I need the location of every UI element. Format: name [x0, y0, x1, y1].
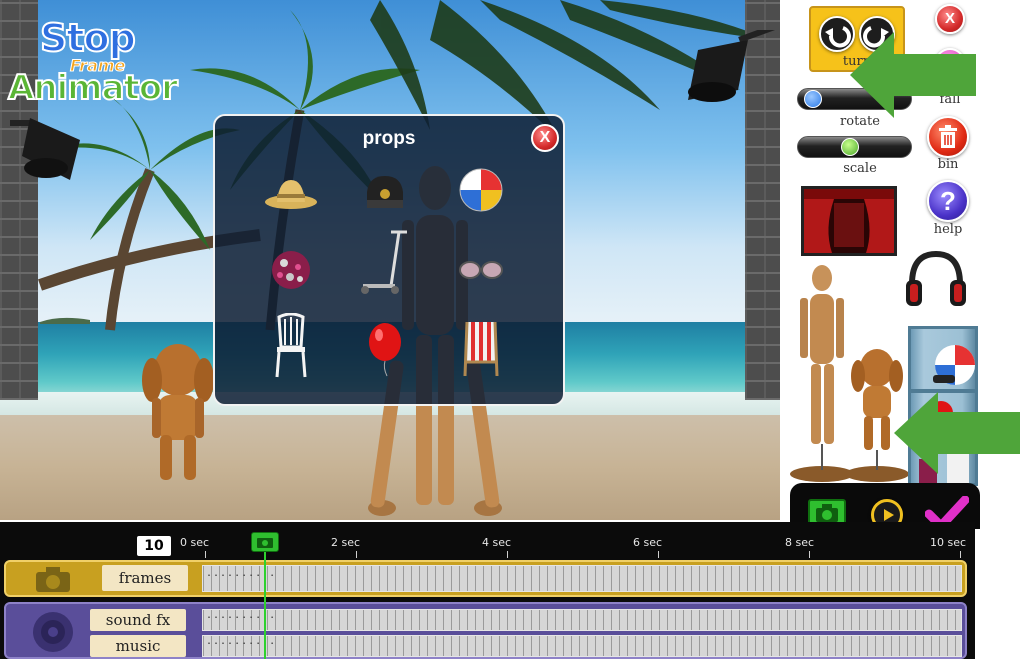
pom-pom-icon: [272, 251, 310, 289]
close-button-label: X: [944, 10, 955, 27]
tick-mark: [658, 551, 659, 558]
bin-button[interactable]: [927, 116, 969, 158]
frames-track-label: frames: [102, 565, 188, 591]
studio-lamp-left-icon: [10, 118, 80, 180]
tick-mark: [507, 551, 508, 558]
stop-frame-animator-app: Stop Frame Animator props X turn X fall …: [0, 0, 1022, 659]
tick-label: 10 sec: [930, 536, 967, 549]
camera-icon: [257, 538, 273, 548]
logo-animator: Animator: [7, 67, 179, 109]
sunglasses-icon: [459, 261, 503, 279]
music-track-cells[interactable]: [202, 635, 962, 657]
prop-scooter[interactable]: [355, 230, 415, 294]
help-icon: ?: [940, 186, 956, 216]
audio-track: sound fx music .......... ..........: [4, 602, 967, 659]
helmet-icon: [367, 176, 403, 208]
tick-label: 8 sec: [785, 536, 815, 549]
scale-slider[interactable]: [797, 136, 912, 158]
soundfx-track-cells[interactable]: [202, 609, 962, 631]
help-label: help: [933, 222, 963, 237]
prop-chair[interactable]: [261, 313, 321, 378]
tick-mark: [205, 551, 206, 558]
tick-mark: [356, 551, 357, 558]
frames-track: frames ..........: [4, 560, 967, 597]
animation-stage[interactable]: Stop Frame Animator props X: [0, 0, 780, 520]
tick-label: 2 sec: [331, 536, 361, 549]
tick-label: 0 sec: [180, 536, 210, 549]
tick-mark: [809, 551, 810, 558]
app-logo: Stop Frame Animator: [6, 14, 186, 109]
logo-stop: Stop: [39, 15, 137, 61]
frames-track-cells[interactable]: [202, 565, 962, 592]
camera-icon: [36, 567, 70, 592]
tick-label: 4 sec: [482, 536, 512, 549]
scale-slider-knob[interactable]: [841, 138, 859, 156]
props-close-button[interactable]: X: [531, 124, 559, 152]
help-button[interactable]: ?: [927, 180, 969, 222]
rotate-left-icon: [825, 26, 851, 48]
props-dialog-title: props: [362, 128, 416, 149]
balloon-icon: [369, 323, 401, 377]
prop-beach-ball[interactable]: [451, 162, 511, 218]
wooden-dog-figure[interactable]: [138, 340, 218, 490]
straw-hat-icon: [265, 180, 317, 209]
prop-helmet[interactable]: [355, 166, 415, 222]
backdrop-button[interactable]: [801, 186, 897, 256]
props-dialog: props X: [213, 114, 565, 406]
tick-mark: [960, 551, 961, 558]
playhead-line: [264, 545, 266, 659]
tick-label: 6 sec: [633, 536, 663, 549]
bin-label: bin: [937, 157, 959, 172]
fps-field[interactable]: 10: [137, 536, 171, 556]
chair-icon: [275, 313, 307, 378]
deck-chair-icon: [463, 321, 499, 377]
trash-bin-icon: [939, 125, 957, 148]
speaker-icon: [33, 612, 73, 652]
tutorial-arrow-left-icon: [850, 32, 976, 118]
scale-label: scale: [843, 161, 877, 176]
beach-ball-icon: [459, 168, 503, 212]
scooter-icon: [361, 230, 407, 294]
tutorial-arrow-left-icon: [894, 392, 1020, 474]
soundfx-track-label: sound fx: [90, 609, 186, 631]
rotate-slider-knob[interactable]: [804, 90, 822, 108]
prop-sunglasses[interactable]: [451, 242, 511, 298]
studio-lamp-right-icon: [688, 30, 778, 102]
prop-deck-chair[interactable]: [451, 320, 511, 377]
prop-balloon[interactable]: [355, 322, 415, 378]
playhead-handle[interactable]: [251, 532, 279, 552]
music-track-label: music: [90, 635, 186, 657]
prop-pom-pom[interactable]: [261, 242, 321, 298]
theatre-curtain-icon: [804, 189, 894, 253]
prop-straw-hat[interactable]: [261, 166, 321, 222]
headphones-icon[interactable]: [900, 244, 972, 316]
